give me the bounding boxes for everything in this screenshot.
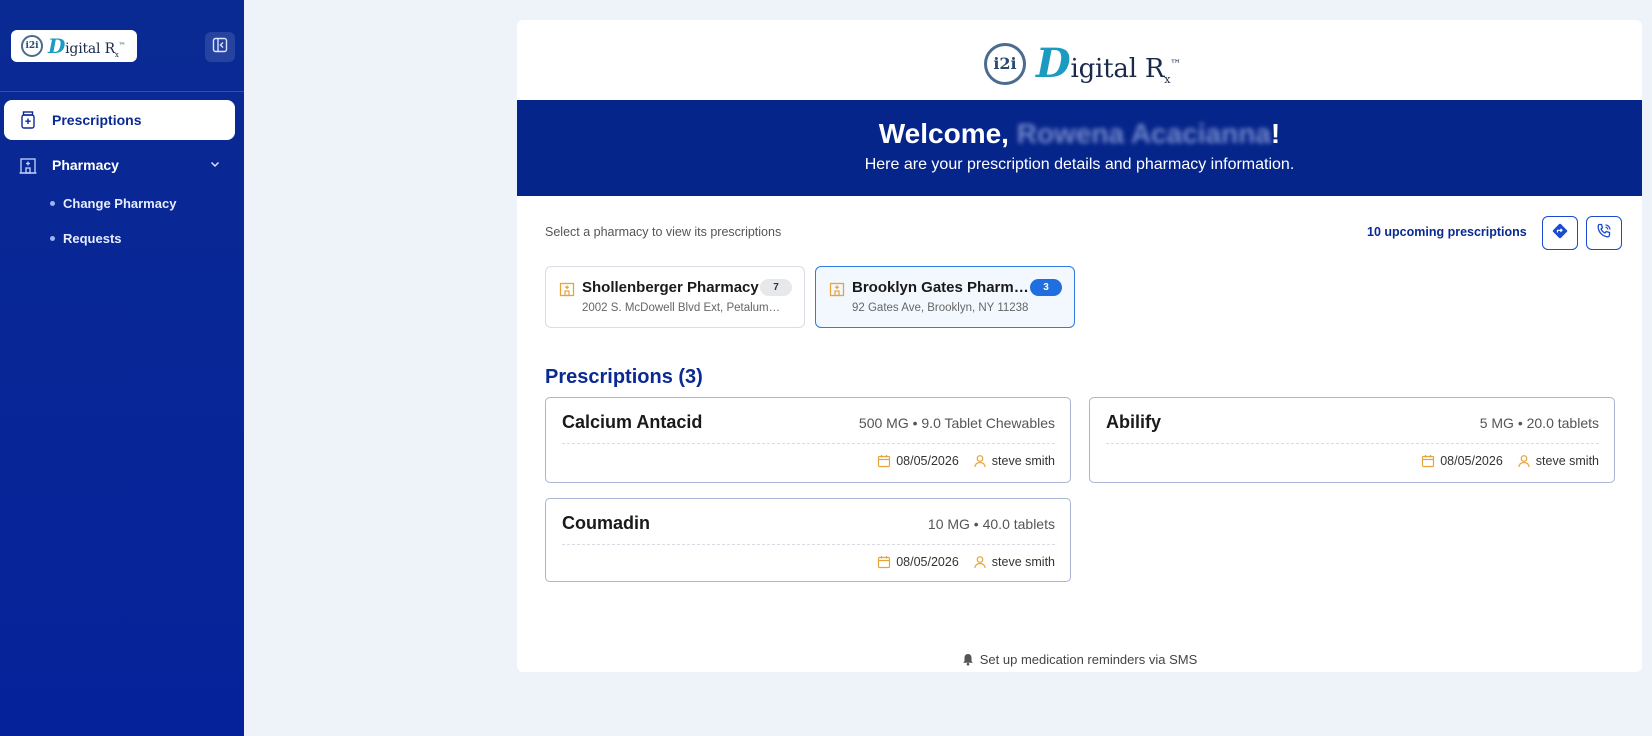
bullet-icon bbox=[50, 236, 55, 241]
subitem-label: Change Pharmacy bbox=[63, 196, 177, 211]
medicine-bottle-icon bbox=[16, 108, 40, 132]
prescription-date: 08/05/2026 bbox=[1440, 454, 1503, 468]
pharmacy-building-icon bbox=[16, 153, 40, 177]
prescription-card[interactable]: Calcium Antacid 500 MG • 9.0 Tablet Chew… bbox=[545, 397, 1071, 483]
divider bbox=[562, 443, 1055, 444]
prescription-count-badge: 7 bbox=[760, 279, 792, 296]
logo-badge: i2i bbox=[984, 42, 1026, 85]
header-logo: i2i Digital Rx™ bbox=[984, 40, 1181, 87]
pharmacy-address: 92 Gates Ave, Brooklyn, NY 11238 bbox=[852, 302, 1029, 314]
directions-button[interactable] bbox=[1542, 216, 1578, 250]
sidebar-header: i2i Digital Rx™ bbox=[0, 0, 244, 92]
select-pharmacy-label: Select a pharmacy to view its prescripti… bbox=[545, 225, 782, 239]
logo-text: Digital Rx™ bbox=[1036, 40, 1182, 87]
divider bbox=[562, 544, 1055, 545]
prescriber-name: steve smith bbox=[1535, 454, 1599, 468]
prescriber-name: steve smith bbox=[991, 555, 1055, 569]
prescription-meta: 08/05/2026 steve smith bbox=[1421, 454, 1599, 468]
calendar-icon bbox=[877, 555, 891, 569]
welcome-banner: Welcome, Rowena Acacianna! Here are your… bbox=[517, 100, 1642, 196]
sidebar-collapse-icon bbox=[212, 37, 228, 58]
user-name: Rowena Acacianna bbox=[1016, 118, 1271, 149]
sidebar-subitem-requests[interactable]: Requests bbox=[50, 231, 122, 246]
sidebar-item-label: Prescriptions bbox=[52, 112, 142, 128]
prescription-card[interactable]: Abilify 5 MG • 20.0 tablets 08/05/2026 s… bbox=[1089, 397, 1615, 483]
pharmacy-card-selected[interactable]: Brooklyn Gates Pharmacy 92 Gates Ave, Br… bbox=[815, 266, 1075, 328]
logo-badge: i2i bbox=[21, 35, 43, 57]
welcome-title: Welcome, Rowena Acacianna! bbox=[878, 118, 1281, 149]
sms-reminder-link[interactable]: Set up medication reminders via SMS bbox=[517, 652, 1642, 667]
sidebar-subitem-change-pharmacy[interactable]: Change Pharmacy bbox=[50, 196, 176, 211]
medication-dose: 10 MG • 40.0 tablets bbox=[927, 516, 1055, 532]
pharmacy-name: Shollenberger Pharmacy bbox=[582, 279, 759, 296]
pharmacy-address: 2002 S. McDowell Blvd Ext, Petaluma, CA bbox=[582, 302, 786, 314]
logo-text: Digital Rx™ bbox=[48, 33, 126, 59]
calendar-icon bbox=[1421, 454, 1435, 468]
phone-icon bbox=[1595, 222, 1613, 245]
doctor-icon bbox=[973, 555, 987, 569]
sidebar-item-pharmacy[interactable]: Pharmacy bbox=[4, 145, 235, 185]
medication-dose: 500 MG • 9.0 Tablet Chewables bbox=[858, 415, 1055, 431]
prescription-meta: 08/05/2026 steve smith bbox=[877, 454, 1055, 468]
pharmacy-card[interactable]: Shollenberger Pharmacy 2002 S. McDowell … bbox=[545, 266, 805, 328]
prescription-meta: 08/05/2026 steve smith bbox=[877, 555, 1055, 569]
medication-dose: 5 MG • 20.0 tablets bbox=[1479, 415, 1599, 431]
prescriber-name: steve smith bbox=[991, 454, 1055, 468]
prescription-count-badge: 3 bbox=[1030, 279, 1062, 296]
prescription-date: 08/05/2026 bbox=[896, 555, 959, 569]
bullet-icon bbox=[50, 201, 55, 206]
collapse-sidebar-button[interactable] bbox=[205, 32, 235, 62]
calendar-icon bbox=[877, 454, 891, 468]
pharmacy-icon bbox=[558, 280, 576, 303]
upcoming-count: 10 upcoming prescriptions bbox=[1367, 225, 1527, 239]
pharmacy-name: Brooklyn Gates Pharmacy bbox=[852, 279, 1034, 296]
reminder-text: Set up medication reminders via SMS bbox=[979, 652, 1198, 667]
sidebar-item-prescriptions[interactable]: Prescriptions bbox=[4, 100, 235, 140]
doctor-icon bbox=[1517, 454, 1531, 468]
subitem-label: Requests bbox=[63, 231, 122, 246]
medication-name: Abilify bbox=[1106, 412, 1162, 432]
directions-icon bbox=[1551, 222, 1569, 245]
sidebar: i2i Digital Rx™ Prescriptions Pharmacy C… bbox=[0, 0, 244, 736]
prescription-card[interactable]: Coumadin 10 MG • 40.0 tablets 08/05/2026… bbox=[545, 498, 1071, 582]
doctor-icon bbox=[973, 454, 987, 468]
prescription-date: 08/05/2026 bbox=[896, 454, 959, 468]
medication-name: Coumadin bbox=[562, 513, 650, 533]
medication-name: Calcium Antacid bbox=[562, 412, 703, 432]
app-logo[interactable]: i2i Digital Rx™ bbox=[11, 30, 137, 62]
main-card: i2i Digital Rx™ Welcome, Rowena Acaciann… bbox=[517, 20, 1642, 672]
pharmacy-icon bbox=[828, 280, 846, 303]
divider bbox=[1106, 443, 1599, 444]
call-pharmacy-button[interactable] bbox=[1586, 216, 1622, 250]
welcome-subtitle: Here are your prescription details and p… bbox=[864, 156, 1295, 173]
chevron-down-icon bbox=[209, 157, 221, 173]
sidebar-item-label: Pharmacy bbox=[52, 157, 119, 173]
prescriptions-heading: Prescriptions (3) bbox=[545, 366, 703, 388]
bell-icon bbox=[962, 653, 974, 666]
